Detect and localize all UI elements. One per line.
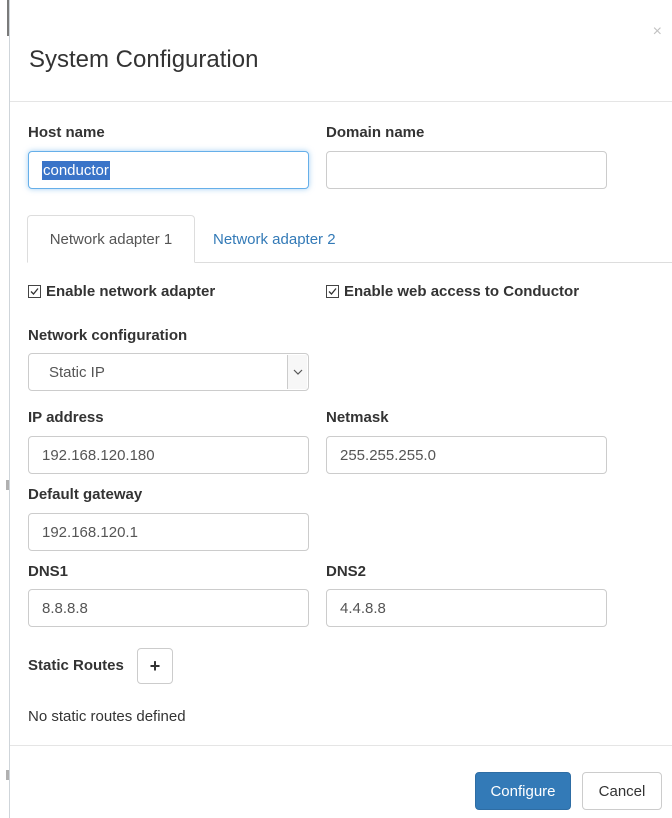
default-gateway-label: Default gateway bbox=[28, 486, 143, 503]
dns2-label: DNS2 bbox=[326, 563, 367, 580]
enable-network-adapter-checkbox[interactable] bbox=[28, 285, 41, 298]
chevron-down-icon[interactable] bbox=[287, 355, 307, 389]
default-gateway-input[interactable]: 192.168.120.1 bbox=[28, 513, 309, 551]
enable-web-access-option[interactable]: Enable web access to Conductor bbox=[326, 283, 579, 300]
default-gateway-value: 192.168.120.1 bbox=[42, 523, 138, 541]
ip-address-input[interactable]: 192.168.120.180 bbox=[28, 436, 309, 474]
dns1-value: 8.8.8.8 bbox=[42, 599, 88, 617]
checkmark-icon bbox=[328, 288, 337, 295]
network-configuration-value: Static IP bbox=[49, 363, 105, 381]
static-routes-label: Static Routes bbox=[28, 657, 124, 674]
system-configuration-modal: System Configuration × Host name conduct… bbox=[10, 0, 672, 818]
host-name-label: Host name bbox=[28, 124, 105, 141]
domain-name-input[interactable] bbox=[326, 151, 607, 189]
no-static-routes-message: No static routes defined bbox=[28, 708, 186, 725]
cancel-button[interactable]: Cancel bbox=[582, 772, 662, 810]
netmask-input[interactable]: 255.255.255.0 bbox=[326, 436, 607, 474]
dns2-input[interactable]: 4.4.8.8 bbox=[326, 589, 607, 627]
enable-network-adapter-label: Enable network adapter bbox=[46, 283, 216, 300]
modal-footer: Configure Cancel bbox=[10, 745, 672, 818]
network-adapter-tabs: Network adapter 1 Network adapter 2 bbox=[27, 215, 672, 263]
modal-header: System Configuration × bbox=[10, 0, 672, 102]
enable-network-adapter-option[interactable]: Enable network adapter bbox=[28, 283, 215, 300]
netmask-value: 255.255.255.0 bbox=[340, 446, 436, 464]
dns2-value: 4.4.8.8 bbox=[340, 599, 386, 617]
enable-web-access-label: Enable web access to Conductor bbox=[344, 283, 580, 300]
dns1-input[interactable]: 8.8.8.8 bbox=[28, 589, 309, 627]
host-name-input[interactable]: conductor bbox=[28, 151, 309, 189]
dns1-label: DNS1 bbox=[28, 563, 69, 580]
domain-name-label: Domain name bbox=[326, 124, 425, 141]
background-edge-mark bbox=[7, 0, 9, 36]
background-edge-dash bbox=[6, 480, 9, 490]
tab-network-adapter-2[interactable]: Network adapter 2 bbox=[197, 215, 352, 263]
configure-button[interactable]: Configure bbox=[475, 772, 571, 810]
tab-network-adapter-1[interactable]: Network adapter 1 bbox=[27, 215, 195, 263]
background-window-edge bbox=[0, 0, 10, 818]
checkmark-icon bbox=[30, 288, 39, 295]
network-configuration-label: Network configuration bbox=[28, 327, 188, 344]
netmask-label: Netmask bbox=[326, 409, 389, 426]
ip-address-label: IP address bbox=[28, 409, 104, 426]
enable-web-access-checkbox[interactable] bbox=[326, 285, 339, 298]
host-name-value: conductor bbox=[42, 160, 110, 180]
ip-address-value: 192.168.120.180 bbox=[42, 446, 155, 464]
network-configuration-select[interactable]: Static IP bbox=[28, 353, 309, 391]
plus-icon: + bbox=[149, 655, 161, 676]
background-edge-dash bbox=[6, 770, 9, 780]
close-icon[interactable]: × bbox=[653, 24, 662, 40]
add-static-route-button[interactable]: + bbox=[137, 648, 173, 684]
modal-title: System Configuration bbox=[29, 46, 259, 73]
